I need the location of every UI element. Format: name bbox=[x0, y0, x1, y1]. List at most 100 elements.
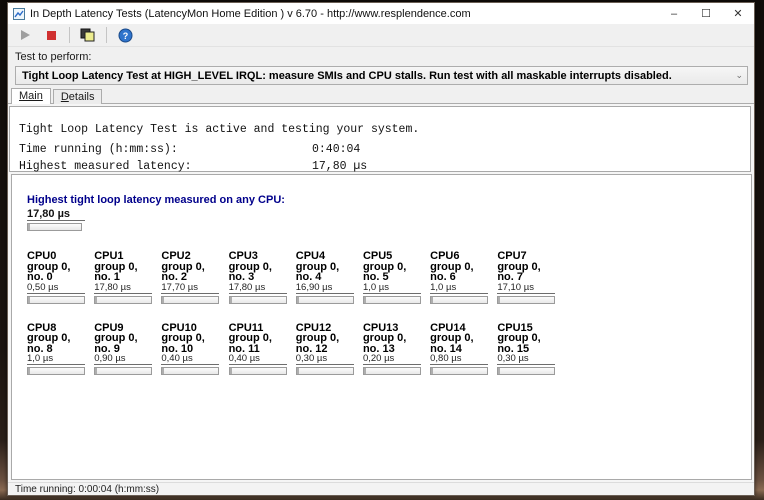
minimize-button[interactable]: – bbox=[658, 3, 690, 24]
tab-main-label: Main bbox=[19, 90, 43, 102]
cpu-block: CPU5 group 0, no. 5 1,0 µs bbox=[362, 251, 423, 304]
toolbar-separator bbox=[69, 27, 70, 43]
cpu-latency-value: 17,80 µs bbox=[228, 282, 287, 294]
cpu-latency-bar bbox=[161, 367, 220, 375]
cpu-group: group 0, bbox=[295, 332, 340, 344]
cpu-latency-value: 0,20 µs bbox=[362, 354, 421, 365]
window-title: In Depth Latency Tests (LatencyMon Home … bbox=[30, 7, 471, 20]
maximize-button[interactable]: ☐ bbox=[690, 3, 722, 24]
cpu-latency-value: 17,80 µs bbox=[94, 282, 153, 294]
tab-strip: Main Details bbox=[11, 88, 104, 104]
cpu-block: CPU10 group 0, no. 10 0,40 µs bbox=[161, 322, 221, 375]
cpu-latency-bar bbox=[27, 367, 85, 375]
status-bar: Time running: 0:00:04 (h:mm:ss) bbox=[8, 482, 754, 495]
cpu-name: CPU1 bbox=[94, 250, 124, 262]
cpu-block: CPU12 group 0, no. 12 0,30 µs bbox=[295, 322, 356, 375]
tab-details-label: Details bbox=[60, 91, 95, 103]
cpu-group: group 0, bbox=[228, 332, 272, 344]
cpu-grid: CPU0 group 0, no. 0 0,50 µs CPU1 group 0, no. … bbox=[27, 251, 565, 375]
cpu-latency-value: 0,30 µs bbox=[497, 354, 556, 365]
selected-test-option: Tight Loop Latency Test at HIGH_LEVEL IR… bbox=[22, 69, 672, 82]
cpu-number: no. 6 bbox=[430, 271, 456, 283]
cpu-block: CPU6 group 0, no. 6 1,0 µs bbox=[430, 251, 490, 304]
copy-report-button[interactable] bbox=[77, 26, 99, 45]
cpu-number: no. 4 bbox=[295, 271, 322, 283]
cpu-latency-bar bbox=[497, 367, 556, 375]
test-to-perform-label: Test to perform: bbox=[15, 51, 92, 63]
highest-latency-value: 17,80 µs bbox=[312, 160, 368, 173]
main-tab-page: Tight Loop Latency Test is active and te… bbox=[8, 103, 754, 482]
highest-latency-block: 17,80 µs bbox=[27, 208, 85, 231]
time-running-label: Time running (h:mm:ss): bbox=[19, 143, 178, 156]
help-icon: ? bbox=[118, 28, 132, 42]
output-row: Highest measured latency: 17,80 µs bbox=[19, 158, 750, 175]
cpu-latency-value: 17,70 µs bbox=[161, 282, 220, 294]
title-bar: In Depth Latency Tests (LatencyMon Home … bbox=[8, 3, 754, 24]
cpu-name: CPU0 bbox=[27, 250, 57, 262]
cpu-block: CPU2 group 0, no. 2 17,70 µs bbox=[161, 251, 221, 304]
cpu-latency-value: 1,0 µs bbox=[27, 354, 85, 365]
statusbar-time-running: Time running: 0:00:04 (h:mm:ss) bbox=[15, 483, 160, 495]
cpu-block: CPU7 group 0, no. 7 17,10 µs bbox=[497, 251, 557, 304]
copy-icon bbox=[80, 28, 95, 41]
cpu-name: CPU4 bbox=[295, 250, 326, 262]
cpu-latency-value: 0,30 µs bbox=[295, 354, 354, 365]
play-icon bbox=[20, 30, 30, 40]
cpu-latency-value: 16,90 µs bbox=[295, 282, 354, 294]
cpu-block: CPU14 group 0, no. 14 0,80 µs bbox=[430, 322, 490, 375]
cpu-block: CPU13 group 0, no. 13 0,20 µs bbox=[362, 322, 423, 375]
stop-test-button[interactable] bbox=[40, 26, 62, 45]
close-button[interactable]: ✕ bbox=[722, 3, 754, 24]
cpu-group: group 0, bbox=[430, 332, 474, 344]
cpu-number: no. 7 bbox=[497, 271, 523, 283]
test-active-message: Tight Loop Latency Test is active and te… bbox=[19, 123, 420, 136]
cpu-group: group 0, bbox=[27, 332, 71, 344]
cpu-latency-bar bbox=[94, 367, 153, 375]
cpu-number: no. 0 bbox=[27, 271, 53, 283]
cpu-group: group 0, bbox=[161, 332, 205, 344]
cpu-latency-graph-panel: Highest tight loop latency measured on a… bbox=[11, 174, 752, 480]
cpu-latency-bar bbox=[295, 367, 354, 375]
cpu-block: CPU8 group 0, no. 8 1,0 µs bbox=[27, 322, 87, 375]
svg-text:?: ? bbox=[122, 31, 128, 41]
help-button[interactable]: ? bbox=[114, 26, 136, 45]
cpu-latency-bar bbox=[362, 295, 421, 304]
cpu-latency-bar bbox=[430, 295, 489, 304]
cpu-block: CPU11 group 0, no. 11 0,40 µs bbox=[228, 322, 289, 375]
cpu-latency-bar bbox=[295, 295, 354, 304]
cpu-block: CPU3 group 0, no. 3 17,80 µs bbox=[228, 250, 289, 304]
app-icon bbox=[13, 7, 25, 20]
cpu-block: CPU4 group 0, no. 4 16,90 µs bbox=[295, 250, 356, 304]
cpu-number: no. 1 bbox=[94, 271, 120, 283]
graph-header: Highest tight loop latency measured on a… bbox=[27, 194, 285, 206]
cpu-latency-bar bbox=[94, 295, 153, 304]
highest-latency-bar bbox=[27, 223, 82, 231]
cpu-latency-bar bbox=[161, 295, 220, 304]
cpu-latency-value: 1,0 µs bbox=[430, 282, 489, 294]
chevron-down-icon: ⌄ bbox=[735, 70, 743, 80]
cpu-latency-value: 0,90 µs bbox=[94, 354, 153, 365]
toolbar-separator bbox=[106, 27, 107, 43]
cpu-latency-bar bbox=[228, 367, 287, 375]
test-select-combobox[interactable]: Tight Loop Latency Test at HIGH_LEVEL IR… bbox=[15, 66, 748, 85]
cpu-name: CPU3 bbox=[228, 250, 258, 262]
stop-icon bbox=[46, 30, 56, 40]
start-test-button[interactable] bbox=[14, 26, 36, 45]
cpu-latency-bar bbox=[430, 367, 489, 375]
cpu-latency-value: 0,40 µs bbox=[228, 354, 287, 365]
status-output-box: Tight Loop Latency Test is active and te… bbox=[9, 106, 751, 175]
cpu-name: CPU2 bbox=[161, 250, 191, 262]
cpu-number: no. 3 bbox=[228, 271, 255, 283]
cpu-latency-bar bbox=[362, 367, 421, 375]
window-controls: – ☐ ✕ bbox=[658, 3, 754, 24]
cpu-block: CPU1 group 0, no. 1 17,80 µs bbox=[94, 251, 154, 304]
cpu-latency-bar bbox=[228, 295, 287, 304]
highest-latency-metric: 17,80 µs bbox=[27, 208, 85, 221]
cpu-number: no. 5 bbox=[362, 271, 389, 283]
tab-details[interactable]: Details bbox=[52, 89, 103, 104]
cpu-group: group 0, bbox=[497, 332, 541, 344]
output-row: Time running (h:mm:ss): 0:40:04 bbox=[19, 141, 750, 158]
cpu-latency-bar bbox=[497, 295, 556, 304]
tab-main[interactable]: Main bbox=[11, 88, 51, 104]
cpu-group: group 0, bbox=[94, 332, 138, 344]
